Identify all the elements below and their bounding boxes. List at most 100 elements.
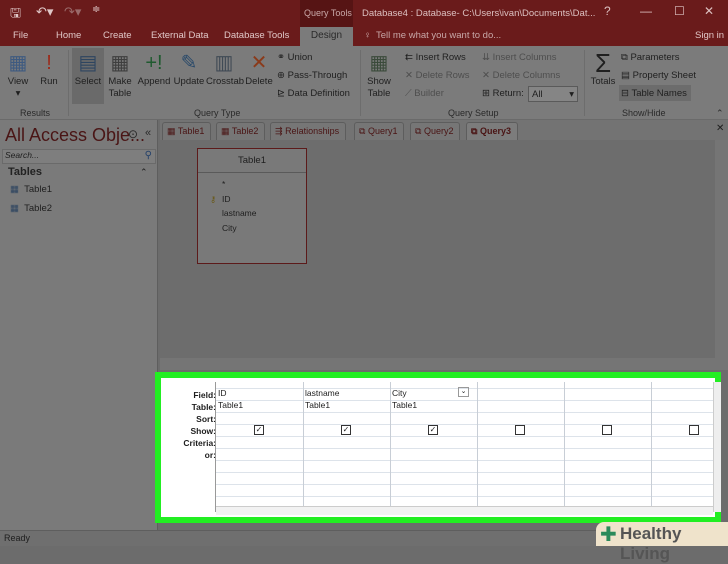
minimize-button[interactable]: —	[640, 4, 652, 18]
delete-rows-button[interactable]: ✕ Delete Rows	[405, 70, 469, 81]
query-icon: ⧉	[415, 126, 422, 136]
chevron-down-icon: ▾	[569, 89, 574, 100]
pass-through-button[interactable]: ⊕ Pass-Through	[277, 70, 347, 81]
tab-file[interactable]: File	[13, 30, 28, 41]
return-icon: ⊞	[482, 88, 490, 99]
field-cell[interactable]: ID	[218, 388, 227, 398]
collapse-section-icon[interactable]: ⌃	[140, 167, 148, 178]
grid-horizontal-scrollbar[interactable]	[216, 506, 713, 515]
maximize-button[interactable]: ☐	[674, 4, 685, 18]
parameters-icon: ⧉	[621, 52, 628, 63]
delete-icon: ✕	[250, 52, 268, 74]
row-label: Show:	[190, 426, 217, 436]
nav-title[interactable]: All Access Obje...	[5, 125, 145, 146]
table-icon: ▦	[10, 184, 19, 195]
show-checkbox[interactable]: ✓	[254, 425, 264, 435]
doc-tab-query2[interactable]: ⧉ Query2	[410, 122, 461, 140]
save-icon[interactable]: 🖫	[10, 4, 21, 26]
property-sheet-button[interactable]: ▤ Property Sheet	[621, 70, 696, 81]
doc-tab-query1[interactable]: ⧉ Query1	[354, 122, 405, 140]
grid-line	[216, 436, 713, 437]
column-divider	[477, 382, 478, 512]
table-names-button[interactable]: ⊟ Table Names	[619, 85, 691, 101]
sign-in-link[interactable]: Sign in	[695, 30, 724, 41]
update-icon: ✎	[180, 52, 198, 74]
doc-tab-table2[interactable]: ▦ Table2	[216, 122, 266, 140]
undo-icon[interactable]: ↶▾	[36, 4, 53, 20]
parameters-button[interactable]: ⧉ Parameters	[621, 52, 680, 63]
customize-toolbar-icon[interactable]: ≑	[92, 4, 100, 15]
doc-tab-query3[interactable]: ⧉ Query3	[466, 122, 518, 140]
builder-icon: ⟋	[405, 88, 412, 99]
insert-columns-button[interactable]: ⇊ Insert Columns	[482, 52, 557, 63]
tab-home[interactable]: Home	[56, 30, 81, 41]
field-id[interactable]: ⚷ ID	[210, 192, 306, 207]
nav-section-tables[interactable]: Tables	[8, 166, 42, 178]
field-cell[interactable]: City	[392, 388, 407, 398]
tab-external-data[interactable]: External Data	[151, 30, 209, 41]
crosstab-button[interactable]: ▥ Crosstab	[206, 50, 244, 88]
builder-button[interactable]: ⟋ Builder	[405, 88, 444, 99]
tab-design[interactable]: Design	[300, 27, 353, 46]
nav-item-table1[interactable]: ▦ Table1	[10, 184, 52, 195]
union-button[interactable]: ⚭ Union	[277, 52, 312, 63]
delete-columns-button[interactable]: ✕ Delete Columns	[482, 70, 560, 81]
doc-tab-table1[interactable]: ▦ Table1	[162, 122, 212, 140]
append-button[interactable]: +! Append	[137, 50, 171, 88]
field-city[interactable]: City	[222, 221, 306, 236]
run-button[interactable]: ! Run	[38, 50, 60, 88]
lightbulb-icon: ♀	[364, 30, 372, 41]
redo-icon[interactable]: ↷▾	[64, 4, 81, 20]
search-icon[interactable]: ⚲	[145, 150, 152, 161]
globe-icon: ⊕	[277, 70, 285, 81]
show-checkbox[interactable]: ✓	[341, 425, 351, 435]
make-table-button[interactable]: ▦ Make Table	[106, 50, 134, 100]
show-checkbox[interactable]	[515, 425, 525, 435]
nav-menu-icon[interactable]: ⊙	[128, 127, 138, 141]
grid-line	[216, 448, 713, 449]
collapse-ribbon-icon[interactable]: ⌃	[716, 108, 724, 119]
field-all[interactable]: *	[222, 177, 306, 192]
grid-vertical-scrollbar[interactable]	[713, 382, 721, 512]
doc-tab-relationships[interactable]: ⇶ Relationships	[270, 122, 347, 140]
field-cell[interactable]: lastname	[305, 388, 340, 398]
window-title: Database4 : Database- C:\Users\ivan\Docu…	[362, 8, 596, 19]
table-cell[interactable]: Table1	[218, 400, 243, 410]
crosstab-icon: ▥	[214, 52, 234, 74]
table-cell[interactable]: Table1	[305, 400, 330, 410]
vertical-scrollbar[interactable]	[715, 140, 728, 370]
table-field-list[interactable]: Table1 * ⚷ ID lastname City	[197, 148, 307, 264]
show-checkbox[interactable]: ✓	[428, 425, 438, 435]
show-checkbox[interactable]	[602, 425, 612, 435]
collapse-pane-icon[interactable]: «	[145, 127, 151, 139]
chevron-down-icon[interactable]: ⌄	[458, 387, 469, 397]
nav-item-table2[interactable]: ▦ Table2	[10, 203, 52, 214]
close-button[interactable]: ✕	[704, 4, 714, 18]
query-icon: ⧉	[359, 126, 366, 136]
show-table-icon: ▦	[369, 52, 389, 74]
tell-me-input[interactable]: Tell me what you want to do...	[376, 30, 501, 41]
row-label: Table:	[191, 402, 216, 412]
field-lastname[interactable]: lastname	[222, 206, 306, 221]
help-button[interactable]: ?	[604, 4, 611, 18]
select-query-icon: ▤	[78, 52, 98, 74]
return-dropdown[interactable]: All ▾	[528, 86, 578, 102]
tab-create[interactable]: Create	[103, 30, 132, 41]
view-button[interactable]: ▦ View ▾	[4, 50, 32, 100]
query-icon: ⧉	[471, 126, 478, 136]
search-input[interactable]: Search... ⚲	[2, 149, 156, 164]
insert-rows-button[interactable]: ⇇ Insert Rows	[405, 52, 466, 63]
totals-button[interactable]: Σ Totals	[588, 50, 618, 88]
tab-database-tools[interactable]: Database Tools	[224, 30, 289, 41]
primary-key-icon: ⚷	[210, 193, 217, 204]
update-button[interactable]: ✎ Update	[172, 50, 206, 88]
table-cell[interactable]: Table1	[392, 400, 417, 410]
title-bar: 🖫 ↶▾ ↷▾ ≑ Query Tools Database4 : Databa…	[0, 0, 728, 46]
show-table-button[interactable]: ▦ Show Table	[364, 50, 394, 100]
select-button[interactable]: ▤ Select	[72, 50, 104, 88]
delete-button[interactable]: ✕ Delete	[245, 50, 273, 88]
show-checkbox[interactable]	[689, 425, 699, 435]
close-tab-icon[interactable]: ✕	[716, 123, 724, 134]
horizontal-scrollbar[interactable]	[160, 358, 715, 370]
data-definition-button[interactable]: ⊵ Data Definition	[277, 88, 350, 99]
